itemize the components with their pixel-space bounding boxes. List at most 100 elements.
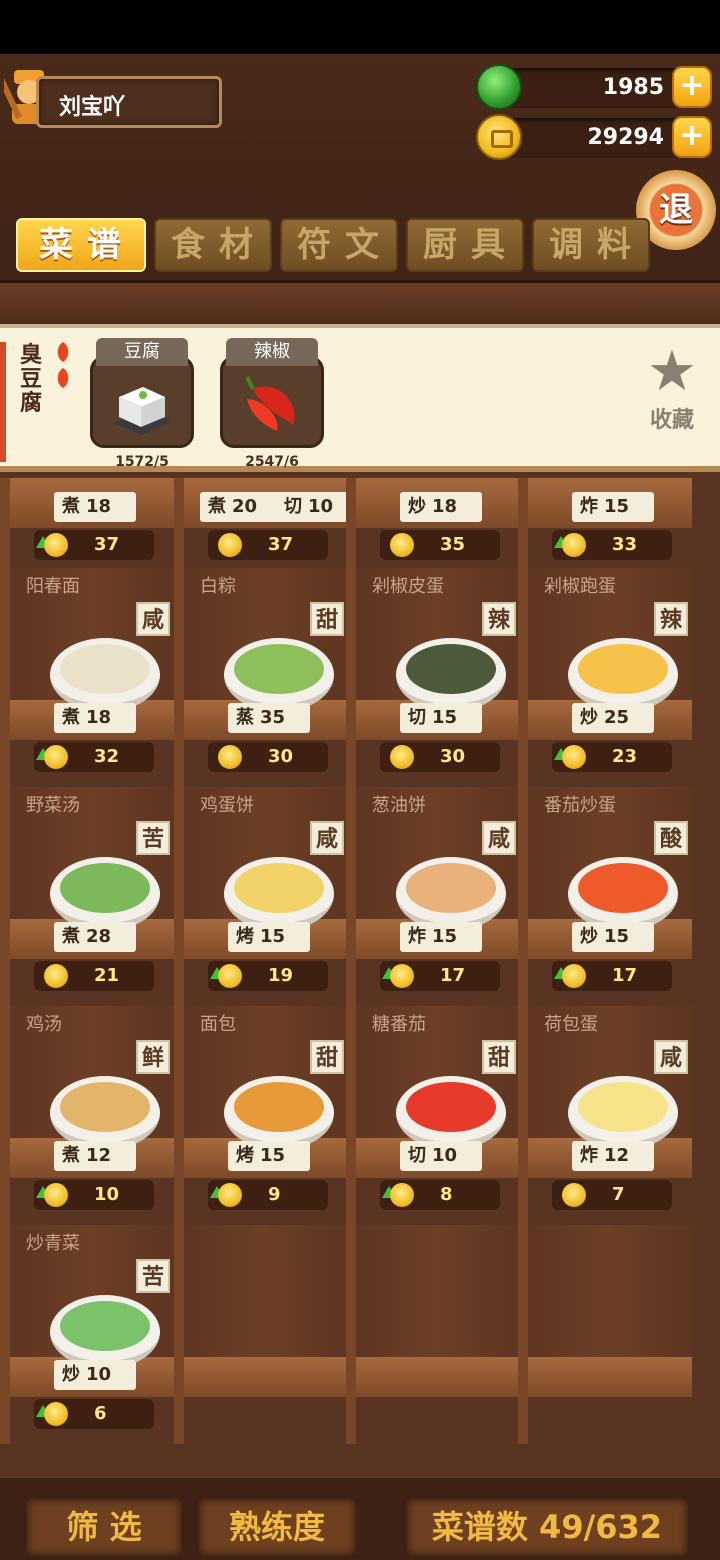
method-type: 炒	[62, 1364, 80, 1385]
food-icon	[578, 863, 668, 913]
recipe-name: 糖番茄	[372, 1014, 426, 1035]
shelf-post	[346, 787, 356, 1006]
cook-method: 炸 12	[572, 1141, 654, 1171]
tab-recipes[interactable]: 菜谱	[16, 218, 146, 272]
cook-method: 炒 25	[572, 703, 654, 733]
spicy-icon	[57, 368, 69, 388]
price-tag: 7	[552, 1180, 672, 1210]
price-tag: 17	[380, 961, 500, 991]
add-jade-button[interactable]: +	[672, 66, 712, 108]
price-tag: 23	[552, 742, 672, 772]
recipe-card[interactable]: 白粽甜蒸 35 30	[174, 568, 348, 787]
recipe-name: 荷包蛋	[544, 1014, 598, 1035]
flavor-badge: 甜	[482, 1040, 516, 1074]
shelf-post	[0, 1225, 10, 1444]
coin-icon	[218, 1183, 242, 1207]
player-name: 刘宝吖	[59, 95, 126, 120]
recipe-card[interactable]: 炒 18 35	[346, 478, 520, 697]
shelf-post	[346, 1225, 356, 1444]
price-tag: 8	[380, 1180, 500, 1210]
method-type: 炸	[408, 926, 426, 947]
coin-icon	[44, 745, 68, 769]
method-time: 18	[432, 496, 458, 517]
shelf-post	[518, 1225, 528, 1444]
shelf-post	[0, 787, 10, 1006]
tab-ingredients[interactable]: 食材	[154, 218, 272, 272]
food-icon	[578, 644, 668, 694]
recipe-card[interactable]: 野菜汤苦煮 28 21	[0, 787, 174, 1006]
panel-accent-bar	[0, 342, 6, 462]
dish-icon	[224, 638, 334, 712]
recipe-card[interactable]: 剁椒跑蛋辣炒 25 23	[518, 568, 692, 787]
recipe-card[interactable]: 煮 18 37	[0, 478, 174, 697]
method-time: 20	[232, 496, 258, 517]
method-time: 15	[604, 926, 630, 947]
shelf-post	[518, 1006, 528, 1225]
recipe-card[interactable]: 剁椒皮蛋辣切 15 30	[346, 568, 520, 787]
recipe-name: 剁椒皮蛋	[372, 576, 444, 597]
shelf-back	[526, 1225, 692, 1369]
cook-method: 蒸 35	[228, 703, 310, 733]
method-time: 10	[432, 1145, 458, 1166]
ingredient-tofu[interactable]: 豆腐 1572/5	[90, 336, 194, 470]
method-type: 烤	[236, 926, 254, 947]
tab-cookware[interactable]: 厨具	[406, 218, 524, 272]
recipe-name: 鸡蛋饼	[200, 795, 254, 816]
price-tag: 30	[208, 742, 328, 772]
jade-value: 1985	[602, 75, 664, 100]
recipe-card[interactable]: 荷包蛋咸炸 12 7	[518, 1006, 692, 1225]
shelf-post	[174, 1225, 184, 1444]
recipe-card[interactable]: 番茄炒蛋酸炒 15 17	[518, 787, 692, 1006]
recipe-card[interactable]: 葱油饼咸炸 15 17	[346, 787, 520, 1006]
jade-counter: 1985 +	[476, 64, 712, 110]
recipe-card[interactable]: 鸡汤鲜煮 12 10	[0, 1006, 174, 1225]
price-value: 6	[94, 1403, 107, 1424]
coin-icon	[218, 964, 242, 988]
dish-icon	[224, 1076, 334, 1150]
empty-slot	[346, 1225, 520, 1444]
method-type: 炒	[408, 496, 426, 517]
price-value: 30	[268, 746, 294, 767]
shelf-post	[174, 1006, 184, 1225]
recipe-card[interactable]: 炸 15 33	[518, 478, 692, 697]
food-icon	[406, 644, 496, 694]
flavor-badge: 咸	[654, 1040, 688, 1074]
price-tag: 33	[552, 530, 672, 560]
flavor-badge: 酸	[654, 821, 688, 855]
recipe-card[interactable]: 阳春面咸煮 18 32	[0, 568, 174, 787]
tab-seasonings[interactable]: 调料	[532, 218, 650, 272]
price-tag: 10	[34, 1180, 154, 1210]
recipe-card[interactable]: 炒青菜苦炒 10 6	[0, 1225, 174, 1444]
price-tag: 19	[208, 961, 328, 991]
recipe-card[interactable]: 糖番茄甜切 10 8	[346, 1006, 520, 1225]
favorite-button[interactable]: ★ 收藏	[642, 342, 702, 434]
proficiency-button[interactable]: 熟练度	[198, 1498, 356, 1556]
method-type: 煮	[62, 496, 80, 517]
food-icon	[60, 1082, 150, 1132]
method-time: 10	[86, 1364, 112, 1385]
tab-runes[interactable]: 符文	[280, 218, 398, 272]
price-tag: 35	[380, 530, 500, 560]
player-name-box[interactable]: 刘宝吖	[36, 76, 222, 128]
recipe-card[interactable]: 鸡蛋饼咸烤 15 19	[174, 787, 348, 1006]
coin-icon	[218, 533, 242, 557]
filter-button[interactable]: 筛 选	[26, 1498, 182, 1556]
add-coins-button[interactable]: +	[672, 116, 712, 158]
shelf-back	[182, 1225, 348, 1369]
recipe-name: 野菜汤	[26, 795, 80, 816]
price-value: 37	[94, 534, 120, 555]
method-time: 18	[86, 496, 112, 517]
recipe-card[interactable]: 面包甜烤 15 9	[174, 1006, 348, 1225]
flavor-badge: 辣	[482, 602, 516, 636]
flavor-badge: 鲜	[136, 1040, 170, 1074]
jade-icon	[476, 64, 522, 110]
cook-method: 烤 15	[228, 1141, 310, 1171]
game-screen: 刘宝吖 1985 + 29294 + 退 菜谱 食材 符文 厨具 调料 臭豆腐	[0, 0, 720, 1560]
recipe-name: 白粽	[200, 576, 236, 597]
method-type: 切	[408, 707, 426, 728]
food-icon	[60, 863, 150, 913]
method-type: 炒	[580, 926, 598, 947]
method-time: 15	[432, 707, 458, 728]
ingredient-chili[interactable]: 辣椒 2547/6	[220, 336, 324, 470]
recipe-card[interactable]: 煮 20 切 10 37	[174, 478, 358, 697]
